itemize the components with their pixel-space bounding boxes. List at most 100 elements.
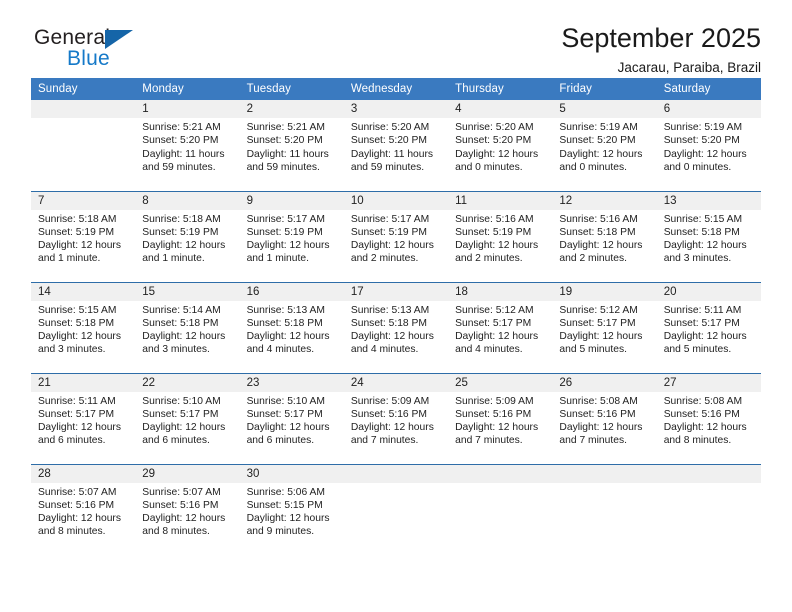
day-cell[interactable]: 4 Sunrise: 5:20 AM Sunset: 5:20 PM Daylight… — [448, 100, 553, 191]
daylight-text-line1: Daylight: 12 hours — [38, 422, 121, 434]
daylight-text-line2: and 0 minutes. — [455, 161, 523, 173]
day-cell[interactable]: 17 Sunrise: 5:13 AM Sunset: 5:18 PM Dayligh… — [343, 281, 449, 373]
sunset-text: Sunset: 5:18 PM — [38, 317, 115, 329]
day-cell[interactable]: 24 Sunrise: 5:09 AM Sunset: 5:16 PM Dayligh… — [343, 372, 449, 464]
daylight-text-line1: Daylight: 12 hours — [350, 331, 434, 343]
day-details: Sunrise: 5:14 AM Sunset: 5:18 PM Daylight:… — [135, 301, 239, 357]
calendar-body: 1 Sunrise: 5:21 AM Sunset: 5:20 PM Daylight… — [31, 100, 761, 555]
day-details — [448, 483, 552, 486]
day-cell[interactable]: 13 Sunrise: 5:15 AM Sunset: 5:18 PM Dayligh… — [656, 190, 761, 282]
day-cell[interactable]: 5 Sunrise: 5:19 AM Sunset: 5:20 PM Daylight… — [552, 100, 657, 191]
day-cell[interactable]: 30 Sunrise: 5:06 AM Sunset: 5:15 PM Dayligh… — [239, 463, 344, 555]
daylight-text-line2: and 0 minutes. — [663, 161, 732, 173]
day-details — [31, 118, 135, 121]
daylight-text-line1: Daylight: 12 hours — [350, 422, 434, 434]
day-details: Sunrise: 5:15 AM Sunset: 5:18 PM Daylight:… — [657, 210, 761, 266]
page-header: General Blue September 2025 Jacarau, Par… — [31, 0, 761, 78]
general-blue-logo[interactable]: General Blue — [34, 26, 214, 76]
sunset-text: Sunset: 5:17 PM — [38, 408, 115, 420]
day-details: Sunrise: 5:07 AM Sunset: 5:16 PM Daylight:… — [135, 483, 239, 539]
day-cell[interactable] — [343, 463, 449, 555]
daylight-text-line1: Daylight: 12 hours — [142, 513, 226, 525]
daylight-text-line1: Daylight: 11 hours — [350, 148, 434, 160]
day-cell[interactable]: 14 Sunrise: 5:15 AM Sunset: 5:18 PM Dayligh… — [31, 281, 136, 373]
day-number: 23 — [239, 373, 344, 392]
daylight-text-line1: Daylight: 12 hours — [663, 422, 747, 434]
day-cell[interactable]: 22 Sunrise: 5:10 AM Sunset: 5:17 PM Dayligh… — [135, 372, 240, 464]
day-details: Sunrise: 5:06 AM Sunset: 5:15 PM Daylight:… — [240, 483, 344, 539]
day-cell[interactable]: 20 Sunrise: 5:11 AM Sunset: 5:17 PM Dayligh… — [656, 281, 761, 373]
day-number: 27 — [656, 373, 761, 392]
sunrise-text: Sunrise: 5:20 AM — [350, 122, 430, 133]
day-cell[interactable]: 16 Sunrise: 5:13 AM Sunset: 5:18 PM Dayligh… — [239, 281, 344, 373]
day-number: 11 — [448, 191, 553, 210]
day-cell[interactable]: 3 Sunrise: 5:20 AM Sunset: 5:20 PM Daylight… — [343, 100, 449, 191]
sunset-text: Sunset: 5:18 PM — [350, 317, 427, 329]
day-cell[interactable]: 11 Sunrise: 5:16 AM Sunset: 5:19 PM Dayligh… — [448, 190, 553, 282]
day-cell[interactable]: 15 Sunrise: 5:14 AM Sunset: 5:18 PM Dayligh… — [135, 281, 240, 373]
day-cell[interactable]: 29 Sunrise: 5:07 AM Sunset: 5:16 PM Dayligh… — [135, 463, 240, 555]
sunrise-text: Sunrise: 5:07 AM — [38, 486, 117, 498]
daylight-text-line2: and 6 minutes. — [38, 435, 106, 447]
sunset-text: Sunset: 5:19 PM — [455, 226, 532, 238]
day-number: 5 — [552, 100, 657, 118]
sunrise-text: Sunrise: 5:18 AM — [142, 213, 221, 225]
daylight-text-line1: Daylight: 12 hours — [350, 240, 434, 252]
day-cell[interactable]: 26 Sunrise: 5:08 AM Sunset: 5:16 PM Dayligh… — [552, 372, 657, 464]
sunrise-text: Sunrise: 5:09 AM — [350, 395, 430, 407]
day-cell[interactable]: 18 Sunrise: 5:12 AM Sunset: 5:17 PM Dayligh… — [448, 281, 553, 373]
day-details: Sunrise: 5:13 AM Sunset: 5:18 PM Daylight:… — [344, 301, 448, 357]
sunrise-text: Sunrise: 5:16 AM — [559, 213, 638, 225]
sunrise-text: Sunrise: 5:10 AM — [246, 395, 325, 407]
day-cell[interactable] — [552, 463, 657, 555]
day-cell[interactable]: 12 Sunrise: 5:16 AM Sunset: 5:18 PM Dayligh… — [552, 190, 657, 282]
day-details: Sunrise: 5:17 AM Sunset: 5:19 PM Daylight:… — [344, 210, 448, 266]
day-cell[interactable] — [31, 100, 136, 191]
day-number: 7 — [31, 191, 136, 210]
day-cell[interactable]: 2 Sunrise: 5:21 AM Sunset: 5:20 PM Daylight… — [239, 100, 344, 191]
day-number: 28 — [31, 464, 136, 483]
daylight-text-line2: and 7 minutes. — [455, 435, 523, 447]
sunrise-text: Sunrise: 5:21 AM — [142, 122, 221, 133]
day-number: 25 — [448, 373, 553, 392]
sunrise-text: Sunrise: 5:19 AM — [559, 122, 638, 133]
day-number: 9 — [239, 191, 344, 210]
sunrise-text: Sunrise: 5:13 AM — [246, 304, 325, 316]
daylight-text-line1: Daylight: 11 hours — [246, 148, 329, 160]
day-cell[interactable]: 25 Sunrise: 5:09 AM Sunset: 5:16 PM Dayligh… — [448, 372, 553, 464]
day-cell[interactable]: 8 Sunrise: 5:18 AM Sunset: 5:19 PM Daylight… — [135, 190, 240, 282]
daylight-text-line1: Daylight: 12 hours — [559, 331, 643, 343]
day-cell[interactable]: 27 Sunrise: 5:08 AM Sunset: 5:16 PM Dayligh… — [656, 372, 761, 464]
day-cell[interactable]: 19 Sunrise: 5:12 AM Sunset: 5:17 PM Dayligh… — [552, 281, 657, 373]
day-cell[interactable]: 9 Sunrise: 5:17 AM Sunset: 5:19 PM Daylight… — [239, 190, 344, 282]
day-cell[interactable] — [448, 463, 553, 555]
day-cell[interactable]: 7 Sunrise: 5:18 AM Sunset: 5:19 PM Daylight… — [31, 190, 136, 282]
daylight-text-line1: Daylight: 12 hours — [663, 148, 747, 160]
sunrise-text: Sunrise: 5:21 AM — [246, 122, 325, 133]
day-details: Sunrise: 5:19 AM Sunset: 5:20 PM Daylight:… — [657, 118, 761, 174]
day-cell[interactable]: 28 Sunrise: 5:07 AM Sunset: 5:16 PM Dayligh… — [31, 463, 136, 555]
day-details: Sunrise: 5:11 AM Sunset: 5:17 PM Daylight:… — [657, 301, 761, 357]
daylight-text-line2: and 1 minute. — [38, 253, 101, 265]
day-cell[interactable]: 21 Sunrise: 5:11 AM Sunset: 5:17 PM Dayligh… — [31, 372, 136, 464]
day-details: Sunrise: 5:18 AM Sunset: 5:19 PM Daylight:… — [31, 210, 135, 266]
day-number: 18 — [448, 282, 553, 301]
day-cell[interactable] — [656, 463, 761, 555]
daylight-text-line1: Daylight: 12 hours — [246, 422, 330, 434]
sunrise-text: Sunrise: 5:16 AM — [455, 213, 534, 225]
day-cell[interactable]: 23 Sunrise: 5:10 AM Sunset: 5:17 PM Dayligh… — [239, 372, 344, 464]
day-number: 6 — [656, 100, 761, 118]
day-number: 1 — [135, 100, 240, 118]
day-cell[interactable]: 10 Sunrise: 5:17 AM Sunset: 5:19 PM Dayligh… — [343, 190, 449, 282]
sunset-text: Sunset: 5:18 PM — [246, 317, 323, 329]
day-cell[interactable]: 6 Sunrise: 5:19 AM Sunset: 5:20 PM Daylight… — [656, 100, 761, 191]
sunrise-text: Sunrise: 5:15 AM — [38, 304, 117, 316]
sunrise-text: Sunrise: 5:14 AM — [142, 304, 221, 316]
daylight-text-line2: and 6 minutes. — [142, 435, 210, 447]
day-number: 8 — [135, 191, 240, 210]
day-cell[interactable]: 1 Sunrise: 5:21 AM Sunset: 5:20 PM Daylight… — [135, 100, 240, 191]
day-number — [343, 464, 449, 483]
sunset-text: Sunset: 5:15 PM — [246, 499, 323, 511]
sunrise-text: Sunrise: 5:19 AM — [663, 122, 743, 133]
sunrise-text: Sunrise: 5:08 AM — [663, 395, 743, 407]
